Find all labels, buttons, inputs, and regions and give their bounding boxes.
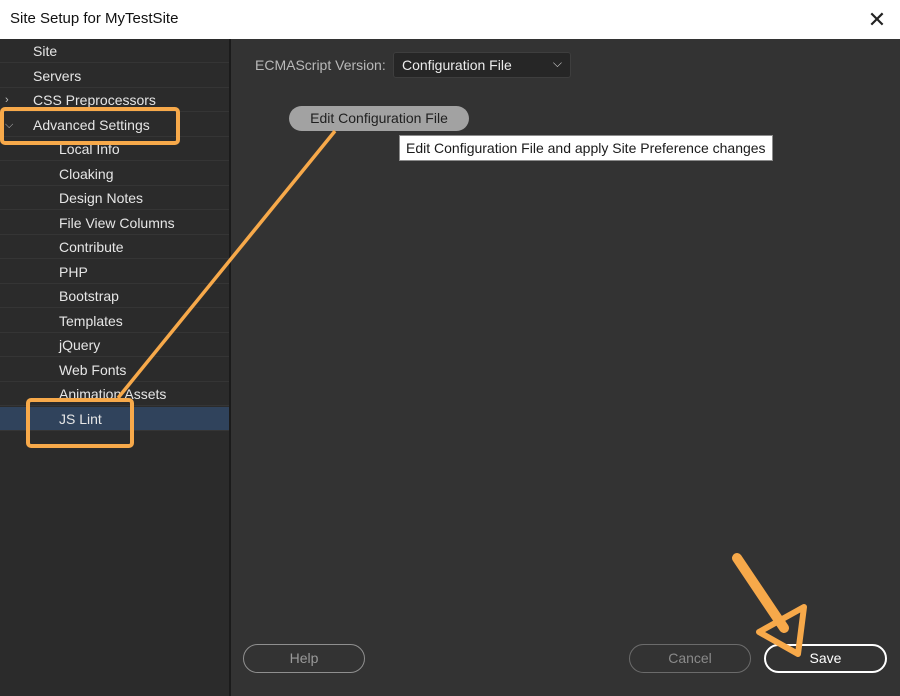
ecmascript-version-label: ECMAScript Version: — [255, 57, 386, 73]
close-button[interactable]: ✕ — [854, 0, 900, 39]
sidebar-item[interactable]: Cloaking — [0, 162, 229, 186]
chevron-down-icon: ⌵ — [552, 56, 562, 70]
sidebar-item[interactable]: Web Fonts — [0, 358, 229, 382]
sidebar-item[interactable]: Design Notes — [0, 186, 229, 210]
ecmascript-version-select[interactable]: Configuration File ⌵ — [393, 52, 571, 78]
sidebar-item[interactable]: Contribute — [0, 235, 229, 259]
highlight-advanced-settings — [0, 107, 180, 145]
sidebar-item[interactable]: Servers — [0, 64, 229, 88]
ecmascript-version-value: Configuration File — [402, 57, 512, 73]
sidebar-item-label: jQuery — [59, 337, 101, 353]
sidebar-item-label: PHP — [59, 263, 88, 280]
sidebar-item-label: Design Notes — [59, 190, 144, 206]
edit-configuration-tooltip: Edit Configuration File and apply Site P… — [399, 135, 773, 161]
cancel-button[interactable]: Cancel — [629, 644, 751, 673]
sidebar-item-label: Cloaking — [59, 165, 114, 182]
site-setup-dialog: Site Setup for MyTestSite ✕ Site Servers ›… — [0, 0, 900, 696]
title-bar: Site Setup for MyTestSite ✕ — [0, 0, 900, 40]
sidebar-item-label: Site — [33, 43, 58, 59]
sidebar-item[interactable]: Site — [0, 39, 229, 63]
sidebar-item-label: Contribute — [59, 239, 124, 255]
sidebar-item-label: File View Columns — [59, 214, 175, 231]
help-button[interactable]: Help — [243, 644, 365, 673]
sidebar-item[interactable]: Bootstrap — [0, 284, 229, 308]
sidebar-item-label: Bootstrap — [59, 288, 119, 304]
sidebar-item[interactable]: Templates — [0, 309, 229, 333]
sidebar-item-label: Web Fonts — [59, 361, 127, 378]
window-title: Site Setup for MyTestSite — [10, 10, 179, 27]
close-icon: ✕ — [867, 6, 887, 32]
sidebar-item[interactable]: PHP — [0, 260, 229, 284]
edit-configuration-file-button[interactable]: Edit Configuration File — [289, 106, 469, 131]
sidebar-item[interactable]: jQuery — [0, 333, 229, 357]
sidebar-item[interactable]: File View Columns — [0, 211, 229, 235]
sidebar-item-label: Templates — [59, 312, 123, 329]
highlight-js-lint — [26, 398, 134, 448]
sidebar-item-label: Servers — [33, 67, 82, 84]
save-button[interactable]: Save — [764, 644, 887, 673]
